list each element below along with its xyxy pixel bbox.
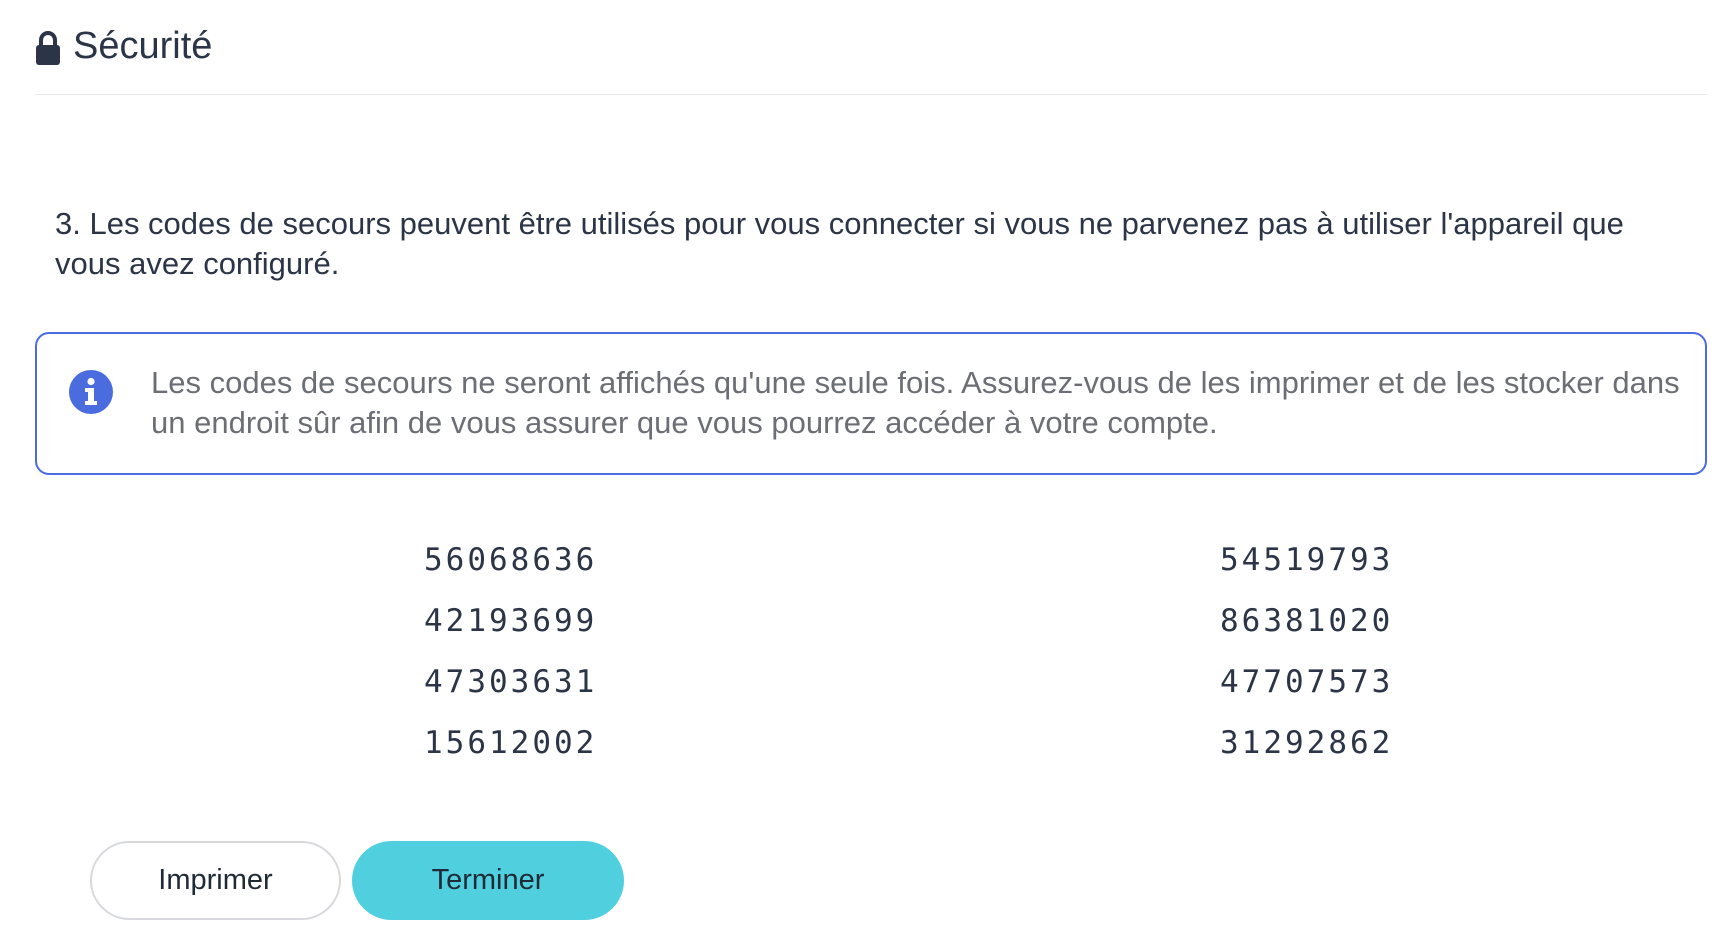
backup-code: 31292862 [1220, 725, 1394, 761]
info-icon [69, 370, 113, 414]
step-instruction: 3. Les codes de secours peuvent être uti… [55, 206, 1624, 281]
backup-code: 56068636 [424, 542, 598, 578]
info-alert: Les codes de secours ne seront affichés … [35, 332, 1707, 475]
backup-code: 15612002 [424, 725, 598, 761]
finish-button[interactable]: Terminer [352, 841, 624, 920]
backup-code: 47707573 [1220, 664, 1394, 700]
backup-code: 42193699 [424, 603, 598, 639]
backup-code: 54519793 [1220, 542, 1394, 578]
print-button[interactable]: Imprimer [90, 841, 341, 920]
lock-icon [36, 31, 60, 65]
page-header: Sécurité [35, 22, 1707, 95]
info-alert-text: Les codes de secours ne seront affichés … [151, 365, 1680, 440]
page-title: Sécurité [73, 25, 213, 67]
backup-code: 47303631 [424, 664, 598, 700]
backup-code: 86381020 [1220, 603, 1394, 639]
